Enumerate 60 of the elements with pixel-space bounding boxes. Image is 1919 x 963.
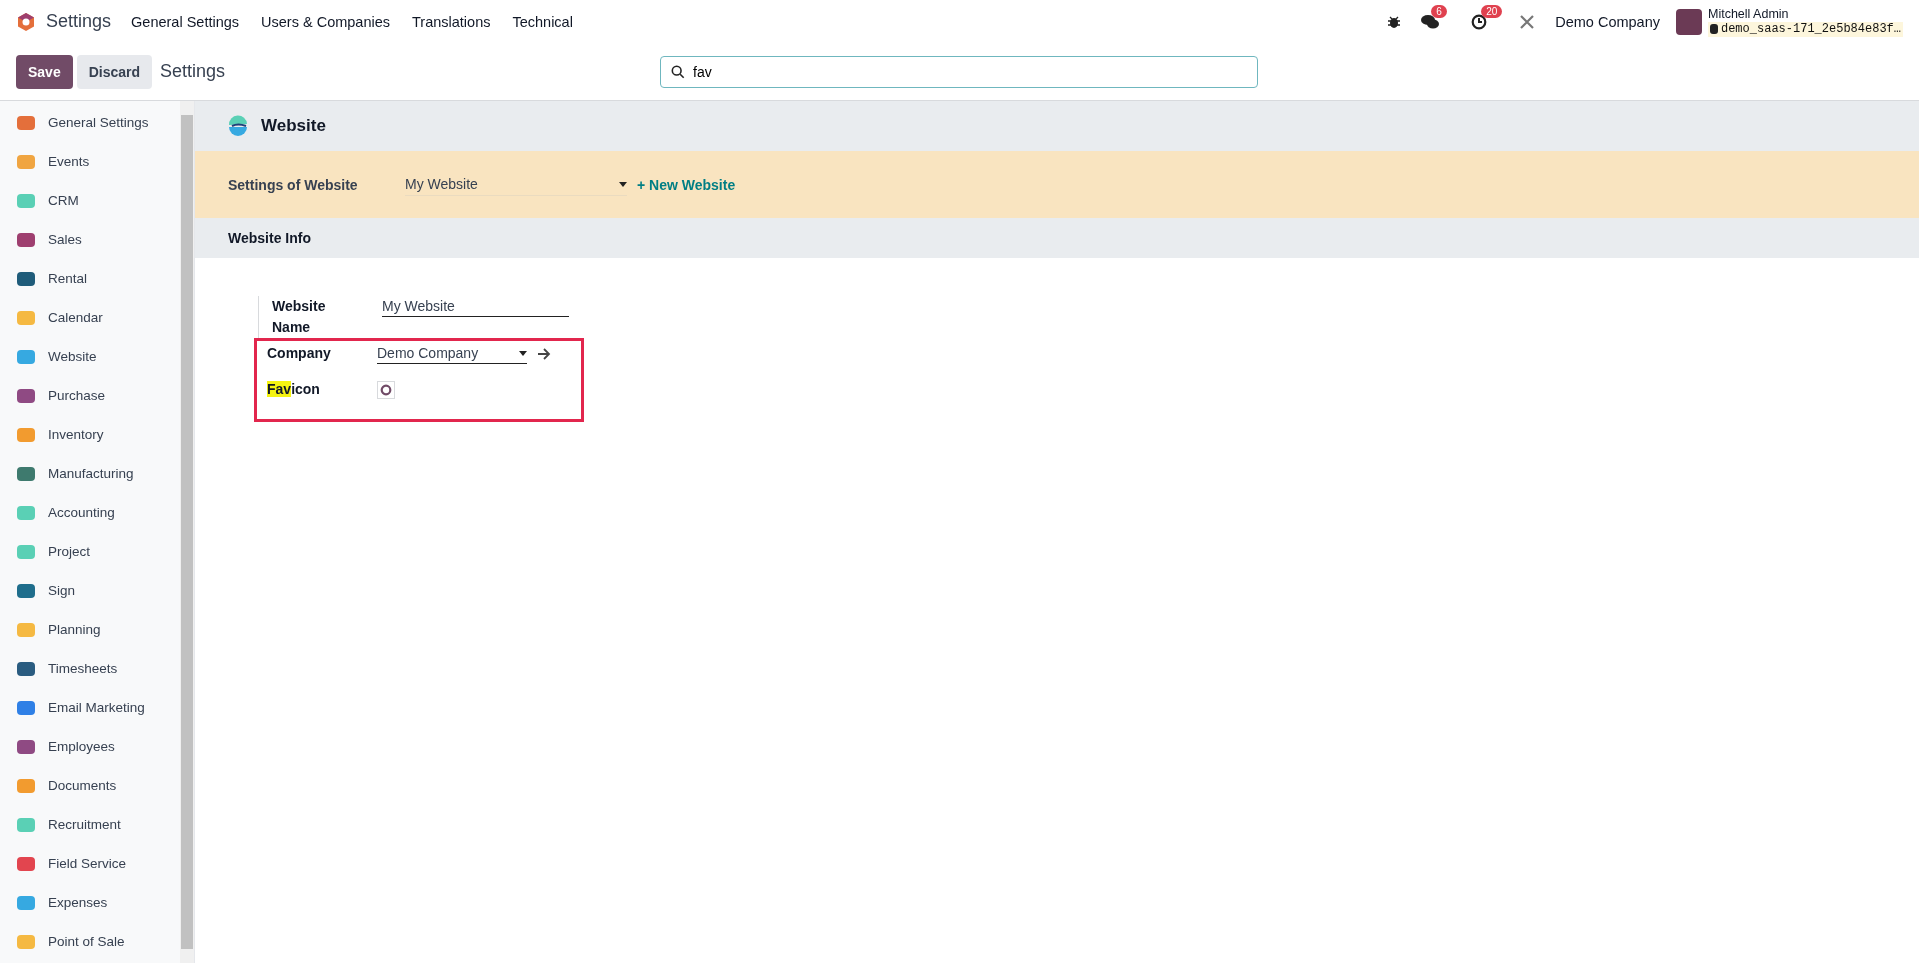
menu-item[interactable]: Technical (512, 13, 573, 30)
sidebar-item[interactable]: Sales (0, 220, 180, 259)
database-icon (1709, 24, 1718, 34)
database-name: demo_saas-171_2e5b84e83f… (1707, 21, 1903, 37)
section-title: Website (261, 116, 326, 136)
bug-icon[interactable] (1387, 14, 1402, 29)
caret-icon (519, 350, 527, 356)
user-name[interactable]: Mitchell Admin (1707, 6, 1903, 22)
clock-icon[interactable] (1471, 13, 1488, 30)
chat-icon[interactable] (1421, 13, 1440, 30)
sidebar-item[interactable]: Sign (0, 571, 180, 610)
sidebar-item[interactable]: Point of Sale (0, 922, 180, 961)
save-button[interactable]: Save (16, 54, 73, 89)
message-count-badge: 6 (1431, 4, 1447, 18)
app-logo-icon[interactable] (16, 11, 36, 32)
select-field[interactable]: Demo Company (377, 343, 527, 364)
menu-item[interactable]: Users & Companies (261, 13, 390, 30)
sidebar-item[interactable]: Email Marketing (0, 688, 180, 727)
company-switcher[interactable]: Demo Company (1555, 13, 1660, 30)
field-label: Website Name (272, 297, 327, 337)
sidebar-item[interactable]: Project (0, 532, 180, 571)
sidebar-item[interactable]: Manufacturing (0, 454, 180, 493)
website-select[interactable]: My Website (405, 173, 627, 196)
scrollbar[interactable] (180, 101, 194, 963)
search-icon (671, 64, 685, 79)
sidebar-item[interactable]: Purchase (0, 376, 180, 415)
sidebar-item[interactable]: Planning (0, 610, 180, 649)
sidebar-item[interactable]: Timesheets (0, 649, 180, 688)
field-label: Company (267, 344, 332, 363)
discard-button[interactable]: Discard (76, 54, 153, 89)
menu-item[interactable]: Translations (412, 13, 491, 30)
input-field[interactable]: My Website (382, 296, 569, 317)
sidebar-item[interactable]: Website (0, 337, 180, 376)
breadcrumb: Settings (160, 61, 226, 82)
search-field[interactable]: fav (660, 55, 1258, 88)
sidebar-item[interactable]: Accounting (0, 493, 180, 532)
sidebar-item[interactable]: Field Service (0, 844, 180, 883)
app-title[interactable]: Settings (46, 11, 112, 32)
avatar-placeholder[interactable] (1675, 8, 1702, 35)
image-upload-field[interactable] (377, 381, 395, 399)
sidebar-item[interactable]: Recruitment (0, 805, 180, 844)
sidebar-item[interactable]: Calendar (0, 298, 180, 337)
circle-icon (380, 384, 392, 396)
subsection-title: Website Info (228, 230, 311, 246)
sidebar-item[interactable]: Expenses (0, 883, 180, 922)
sidebar-item[interactable]: Employees (0, 727, 180, 766)
sidebar-item[interactable]: Rental (0, 259, 180, 298)
new-website-link[interactable]: + New Website (637, 176, 736, 193)
settings-label: Settings of Website (228, 176, 359, 193)
website-icon (227, 115, 249, 137)
activity-count-badge: 20 (1481, 4, 1503, 18)
menu-item[interactable]: General Settings (131, 13, 240, 30)
field-label: Favicon (267, 380, 321, 399)
sidebar-item[interactable]: Documents (0, 766, 180, 805)
sidebar-item[interactable]: Events (0, 142, 180, 181)
sidebar-item[interactable]: CRM (0, 181, 180, 220)
arrow-right-icon[interactable] (537, 347, 551, 360)
sidebar-item[interactable]: General Settings (0, 103, 180, 142)
caret-icon (619, 181, 627, 187)
sidebar-item[interactable]: Inventory (0, 415, 180, 454)
